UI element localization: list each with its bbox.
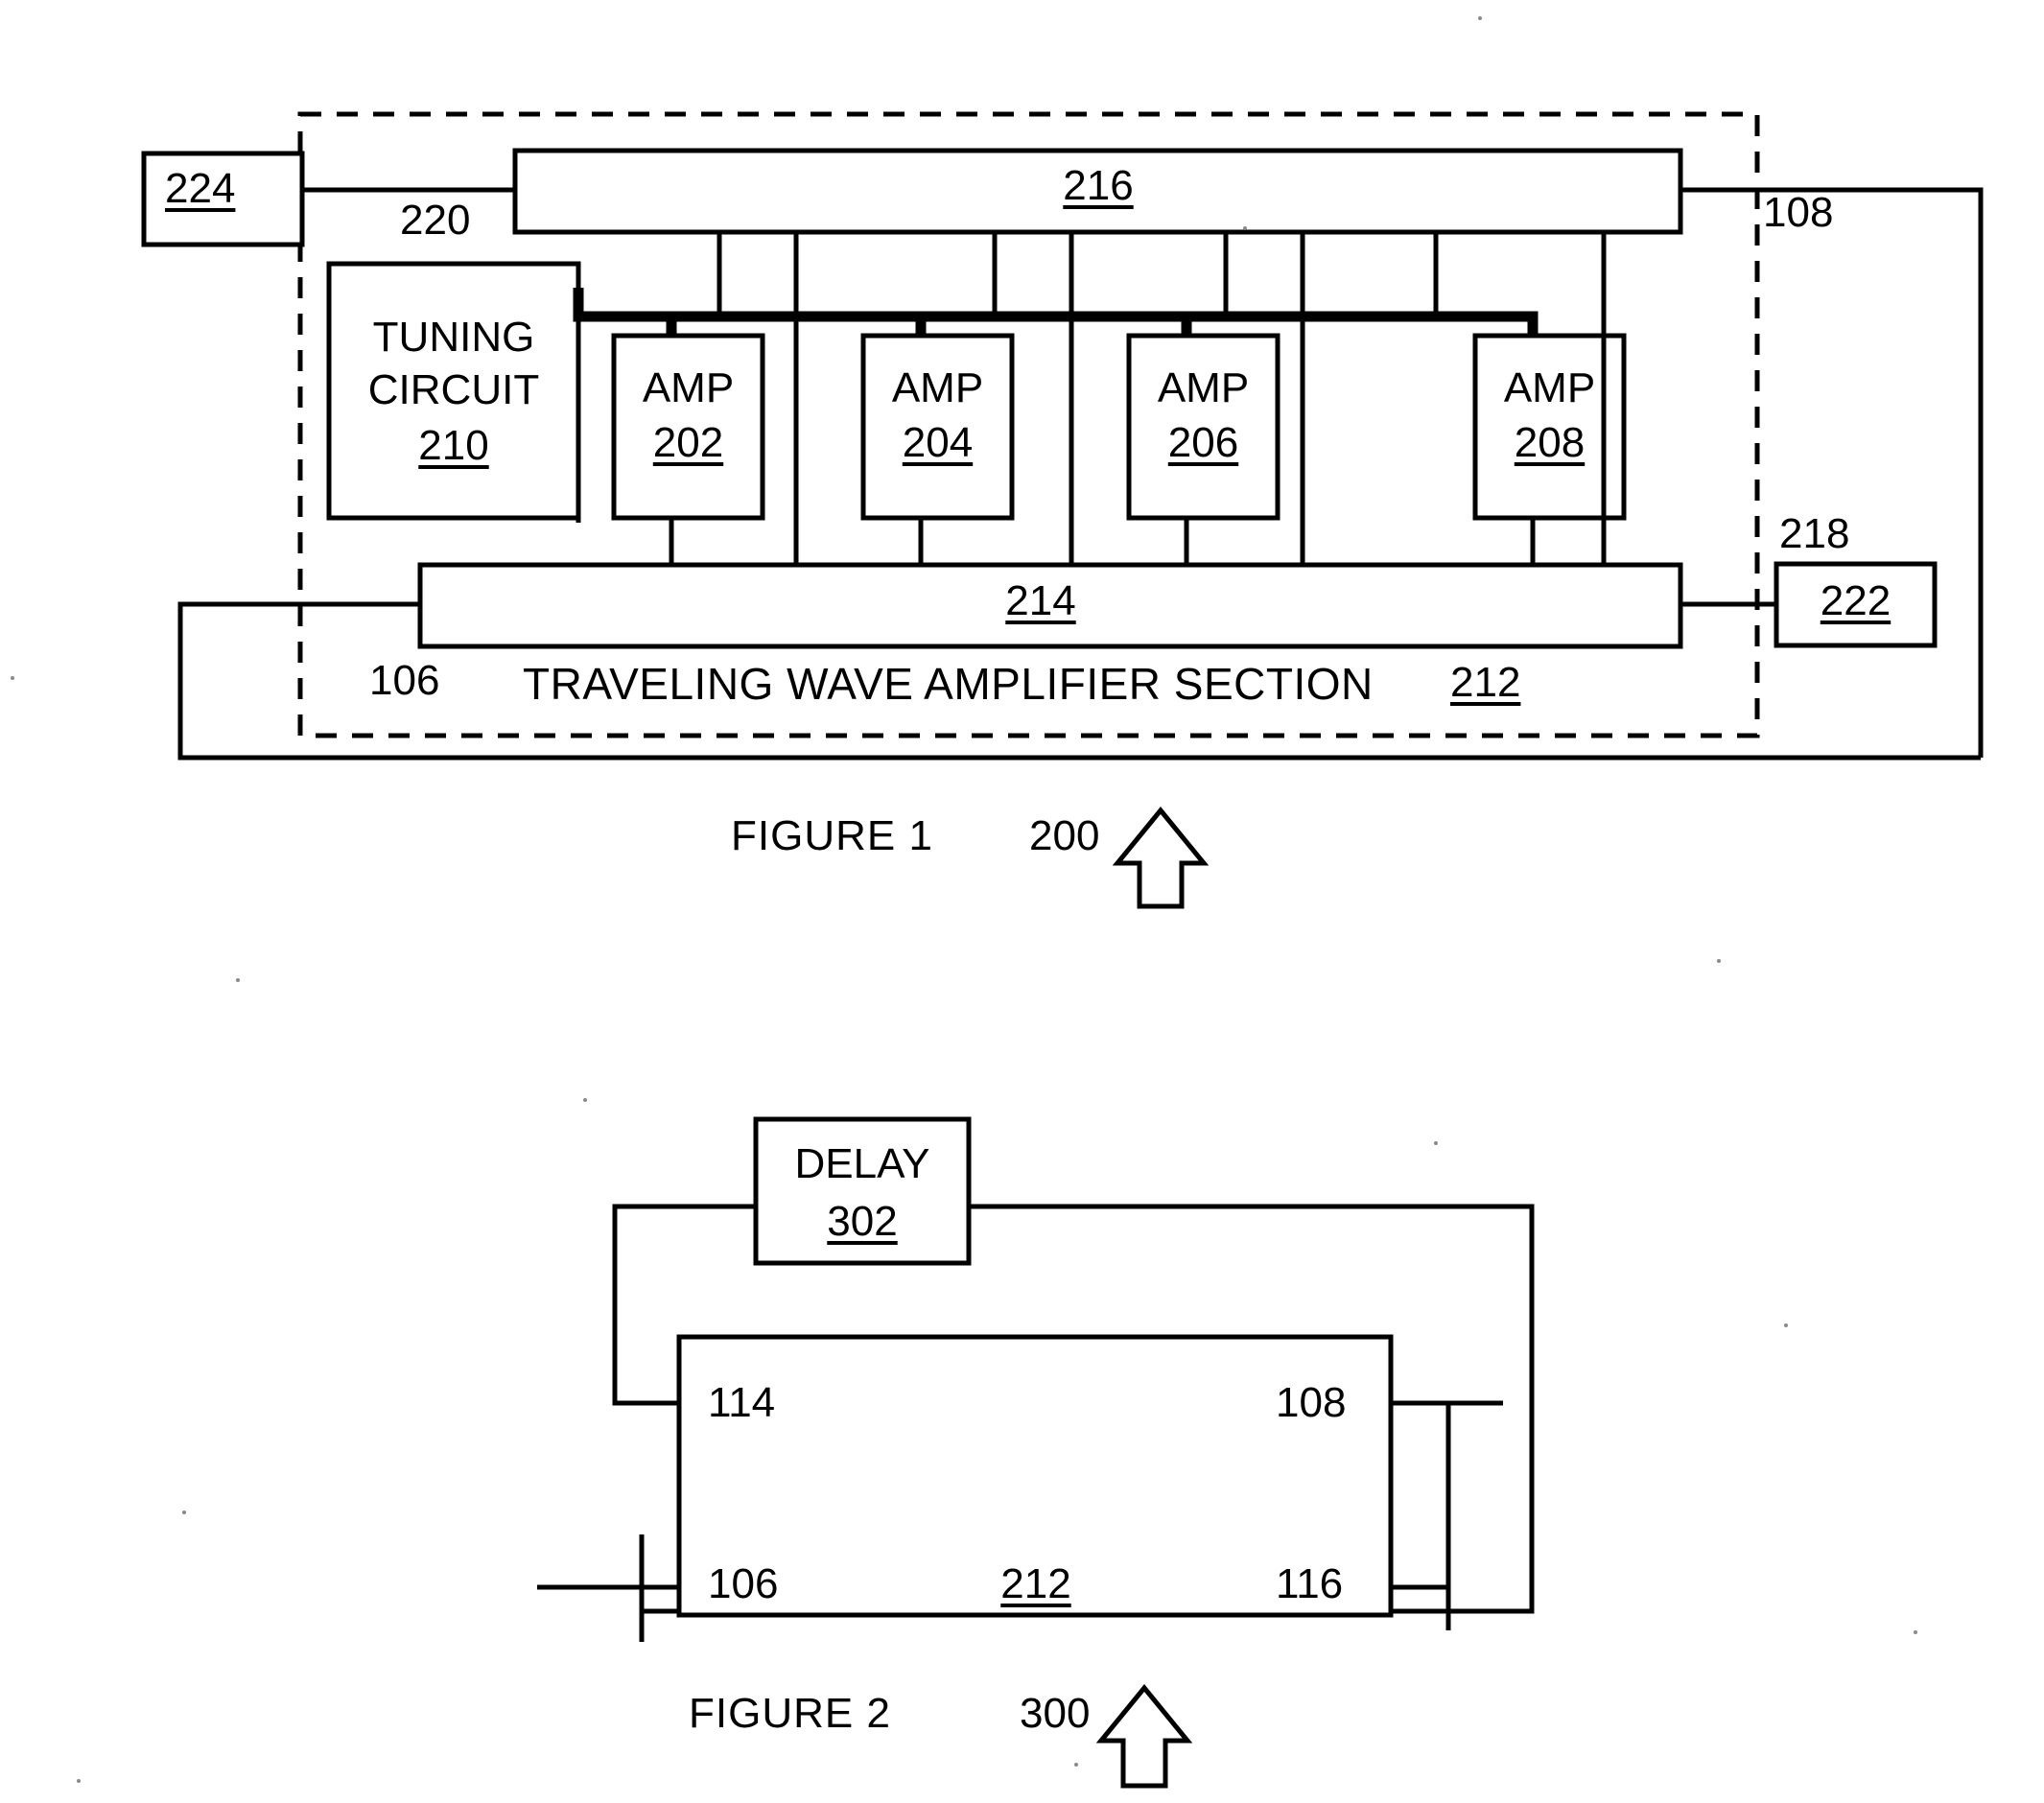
wire-108-to-116-loop [1391, 1400, 1451, 1590]
box-222-ref: 222 [1820, 577, 1891, 624]
scan-speck [1717, 959, 1721, 963]
tuning-circuit-ref: 210 [418, 422, 489, 469]
figure-2-ref: 300 [1020, 1690, 1091, 1737]
box-224-ref: 224 [165, 165, 236, 212]
amp-206-label: AMP [1157, 364, 1250, 411]
figure-2-up-arrow-icon [1095, 1684, 1193, 1789]
figure-1-up-arrow-icon [1112, 807, 1210, 909]
scan-speck [182, 1510, 186, 1514]
lead-216-right-to-bottom [1680, 187, 1984, 758]
twa-section-ref: 212 [1450, 659, 1521, 706]
port-108-ref: 108 [1276, 1379, 1347, 1426]
port-114-ref: 114 [708, 1379, 776, 1426]
scan-speck [1243, 226, 1247, 230]
port-116-ref: 116 [1276, 1560, 1344, 1607]
figure-2-caption: FIGURE 2 [689, 1690, 891, 1737]
amp-208-label: AMP [1503, 364, 1596, 411]
lead-218-ref: 218 [1779, 510, 1850, 557]
scan-speck [1478, 16, 1482, 20]
scan-speck [583, 1098, 587, 1102]
twa-section-title: TRAVELING WAVE AMPLIFIER SECTION [523, 659, 1374, 709]
scan-speck [1784, 1323, 1788, 1327]
figure-1-caption: FIGURE 1 [731, 812, 933, 859]
tuning-circuit-label-line1: TUNING [372, 314, 535, 361]
delay-ref: 302 [827, 1198, 898, 1245]
amp-202-label: AMP [642, 364, 735, 411]
port-106-ref: 106 [708, 1560, 779, 1607]
lead-106-ref: 106 [369, 657, 440, 704]
tuning-circuit-label-line2: CIRCUIT [367, 366, 540, 413]
scan-speck [1434, 1141, 1438, 1145]
scan-speck [236, 978, 240, 982]
box-216-ref: 216 [1063, 162, 1134, 209]
lead-220-ref: 220 [400, 197, 471, 244]
lead-108-ref: 108 [1763, 189, 1834, 236]
scan-speck [1074, 1763, 1078, 1767]
twa-block-212-ref: 212 [1000, 1560, 1071, 1607]
drawing-vector-layer [141, 111, 1984, 1789]
amp-204-ref: 204 [902, 419, 974, 466]
scan-speck [1914, 1630, 1917, 1634]
amp-202-ref: 202 [652, 419, 724, 466]
patent-drawing-sheet: 224 216 220 108 TUNING CIRCUIT 210 AMP 2… [0, 0, 2044, 1803]
delay-label: DELAY [794, 1140, 930, 1187]
box-214-ref: 214 [1005, 577, 1076, 624]
amp-208-ref: 208 [1514, 419, 1586, 466]
amp-206-ref: 206 [1167, 419, 1239, 466]
amp-204-label: AMP [891, 364, 984, 411]
scan-speck [77, 1779, 81, 1783]
figure-1-ref: 200 [1029, 812, 1100, 859]
scan-speck [11, 676, 14, 680]
